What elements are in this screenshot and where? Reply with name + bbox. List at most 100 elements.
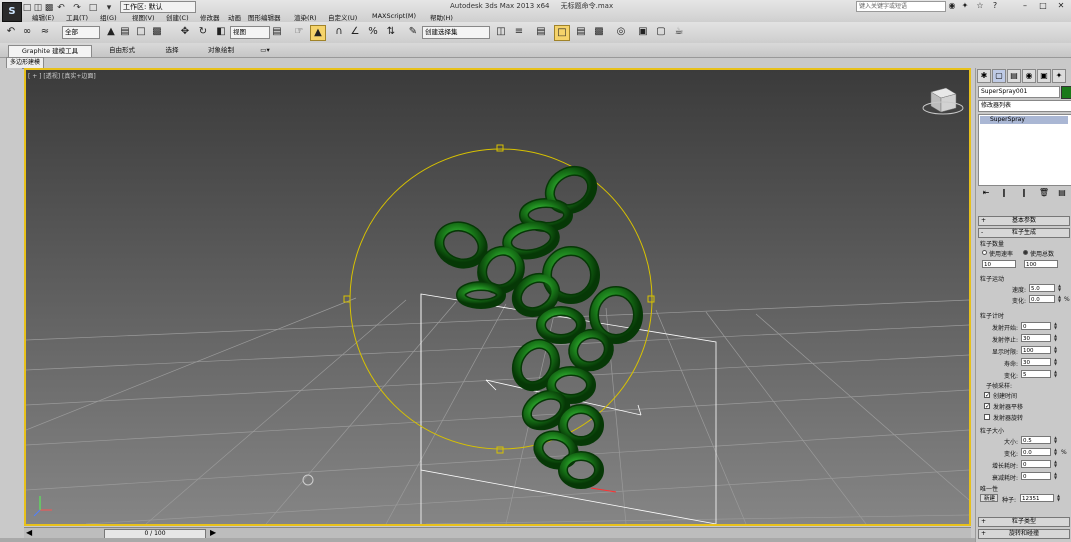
window-crossing-icon[interactable]: ▩ [150,25,164,39]
size-field[interactable]: 0.5 [1021,436,1051,444]
emitter-translate-checkbox[interactable]: ✓ [984,403,990,410]
fade-for-spinner[interactable]: ▲ ▼ [1053,472,1058,480]
total-field[interactable]: 100 [1024,260,1058,268]
rectangular-selection-icon[interactable]: □ [134,25,148,39]
size-variation-spinner[interactable]: ▲ ▼ [1053,448,1058,456]
named-selection-set-dropdown[interactable]: 创建选择集 [422,26,490,39]
life-variation-spinner[interactable]: ▲ ▼ [1053,370,1058,378]
next-frame-icon[interactable]: ▶ [210,528,216,537]
grow-for-spinner[interactable]: ▲ ▼ [1053,460,1058,468]
speed-variation-spinner[interactable]: ▲ ▼ [1057,295,1062,303]
speed-spinner[interactable]: ▲ ▼ [1057,284,1062,292]
layer-manager-icon[interactable]: ▤ [534,25,548,39]
edit-named-selection-icon[interactable]: ✎ [406,25,420,39]
tab-selection[interactable]: 选择 [150,45,194,56]
menu-modifiers[interactable]: 修改器 [200,12,220,22]
menu-edit[interactable]: 编辑(E) [32,12,54,22]
menu-rendering[interactable]: 渲染(R) [294,12,317,22]
app-logo-icon[interactable]: S [2,2,22,22]
material-editor-icon[interactable]: ◎ [614,25,628,39]
schematic-view-icon[interactable]: ▩ [592,25,606,39]
favorites-icon[interactable]: ☆ [975,1,985,10]
modify-tab-icon[interactable]: ▢ [992,69,1006,83]
rollout-particle-generation[interactable]: - 粒子生成 [978,228,1070,238]
new-seed-button[interactable]: 新建 [980,494,998,502]
move-icon[interactable]: ✥ [178,25,192,39]
close-icon[interactable]: ✕ [1056,1,1066,10]
modifier-list-dropdown[interactable]: 修改器列表 [978,100,1071,112]
tab-graphite-modeling[interactable]: Graphite 建模工具 [8,45,92,57]
speed-variation-field[interactable]: 0.0 [1029,295,1055,303]
create-tab-icon[interactable]: ✱ [977,69,991,83]
menu-graph-editors[interactable]: 图形编辑器 [248,12,281,22]
stack-item-superspray[interactable]: SuperSpray [980,116,1068,124]
display-until-spinner[interactable]: ▲ ▼ [1053,346,1058,354]
select-link-icon[interactable]: ∞ [20,25,34,39]
emitter-rotate-checkbox[interactable] [984,414,990,420]
emit-start-field[interactable]: 0 [1021,322,1051,330]
object-name-field[interactable]: SuperSpray001 [978,86,1060,98]
help-icon[interactable]: ? [990,1,1000,10]
create-time-checkbox[interactable]: ✓ [984,392,990,399]
rotate-icon[interactable]: ↻ [196,25,210,39]
pivot-center-icon[interactable]: ▤ [270,25,284,39]
display-tab-icon[interactable]: ▣ [1037,69,1051,83]
selection-filter-dropdown[interactable]: 全部 [62,26,100,39]
use-rate-radio[interactable] [982,250,987,255]
select-object-icon[interactable]: ▲ [104,25,118,39]
menu-create[interactable]: 创建(C) [166,12,189,22]
render-production-icon[interactable]: ☕ [672,25,686,39]
keyboard-shortcut-override-icon[interactable]: ▲ [310,25,326,41]
scale-icon[interactable]: ◧ [214,25,228,39]
menu-maxscript[interactable]: MAXScript(M) [372,12,416,20]
emit-stop-spinner[interactable]: ▲ ▼ [1053,334,1058,342]
binoculars-icon[interactable]: ◉ [947,1,957,10]
show-end-result-icon[interactable]: ❙ [998,188,1010,198]
rollout-particle-type[interactable]: + 粒子类型 [978,517,1070,527]
menu-tools[interactable]: 工具(T) [66,12,88,22]
viewcube[interactable] [922,87,964,115]
configure-sets-icon[interactable]: ▤ [1056,188,1068,198]
menu-customize[interactable]: 自定义(U) [328,12,357,22]
rendered-frame-window-icon[interactable]: ▢ [654,25,668,39]
select-manipulate-icon[interactable]: ☞ [292,25,306,39]
percent-snap-icon[interactable]: % [366,25,380,39]
spinner-snap-icon[interactable]: ⇅ [384,25,398,39]
curve-editor-icon[interactable]: ▤ [574,25,588,39]
mirror-icon[interactable]: ◫ [494,25,508,39]
tab-object-paint[interactable]: 对象绘制 [196,45,246,56]
align-icon[interactable]: ≡ [512,25,526,39]
pin-stack-icon[interactable]: ⇤ [980,188,992,198]
select-by-name-icon[interactable]: ▤ [118,25,132,39]
angle-snap-icon[interactable]: ∠ [348,25,362,39]
undo-icon[interactable]: ↶ [4,25,18,39]
life-field[interactable]: 30 [1021,358,1051,366]
menu-help[interactable]: 帮助(H) [430,12,453,22]
communication-icon[interactable]: ✦ [960,1,970,10]
make-unique-icon[interactable]: ❙ [1018,188,1030,198]
size-spinner[interactable]: ▲ ▼ [1053,436,1058,444]
track-bar[interactable] [0,538,975,542]
render-setup-icon[interactable]: ▣ [636,25,650,39]
use-total-radio[interactable] [1023,250,1028,255]
life-spinner[interactable]: ▲ ▼ [1053,358,1058,366]
seed-field[interactable]: 12351 [1020,494,1054,502]
rollout-basic-parameters[interactable]: + 基本参数 [978,216,1070,226]
grow-for-field[interactable]: 0 [1021,460,1051,468]
seed-spinner[interactable]: ▲ ▼ [1056,494,1061,502]
maximize-icon[interactable]: □ [1038,1,1048,10]
menu-views[interactable]: 视图(V) [132,12,155,22]
ribbon-options-icon[interactable]: ▭▾ [256,45,274,56]
graphite-modeling-icon[interactable]: □ [554,25,570,41]
perspective-viewport[interactable]: [ + ] [透视] [真实+边面] [24,68,971,526]
minimize-icon[interactable]: – [1020,1,1030,10]
life-variation-field[interactable]: 5 [1021,370,1051,378]
emit-start-spinner[interactable]: ▲ ▼ [1053,322,1058,330]
motion-tab-icon[interactable]: ◉ [1022,69,1036,83]
display-until-field[interactable]: 100 [1021,346,1051,354]
menu-animation[interactable]: 动画 [228,12,241,22]
rate-field[interactable]: 10 [982,260,1016,268]
fade-for-field[interactable]: 0 [1021,472,1051,480]
object-color-swatch[interactable] [1061,86,1071,99]
emit-stop-field[interactable]: 30 [1021,334,1051,342]
